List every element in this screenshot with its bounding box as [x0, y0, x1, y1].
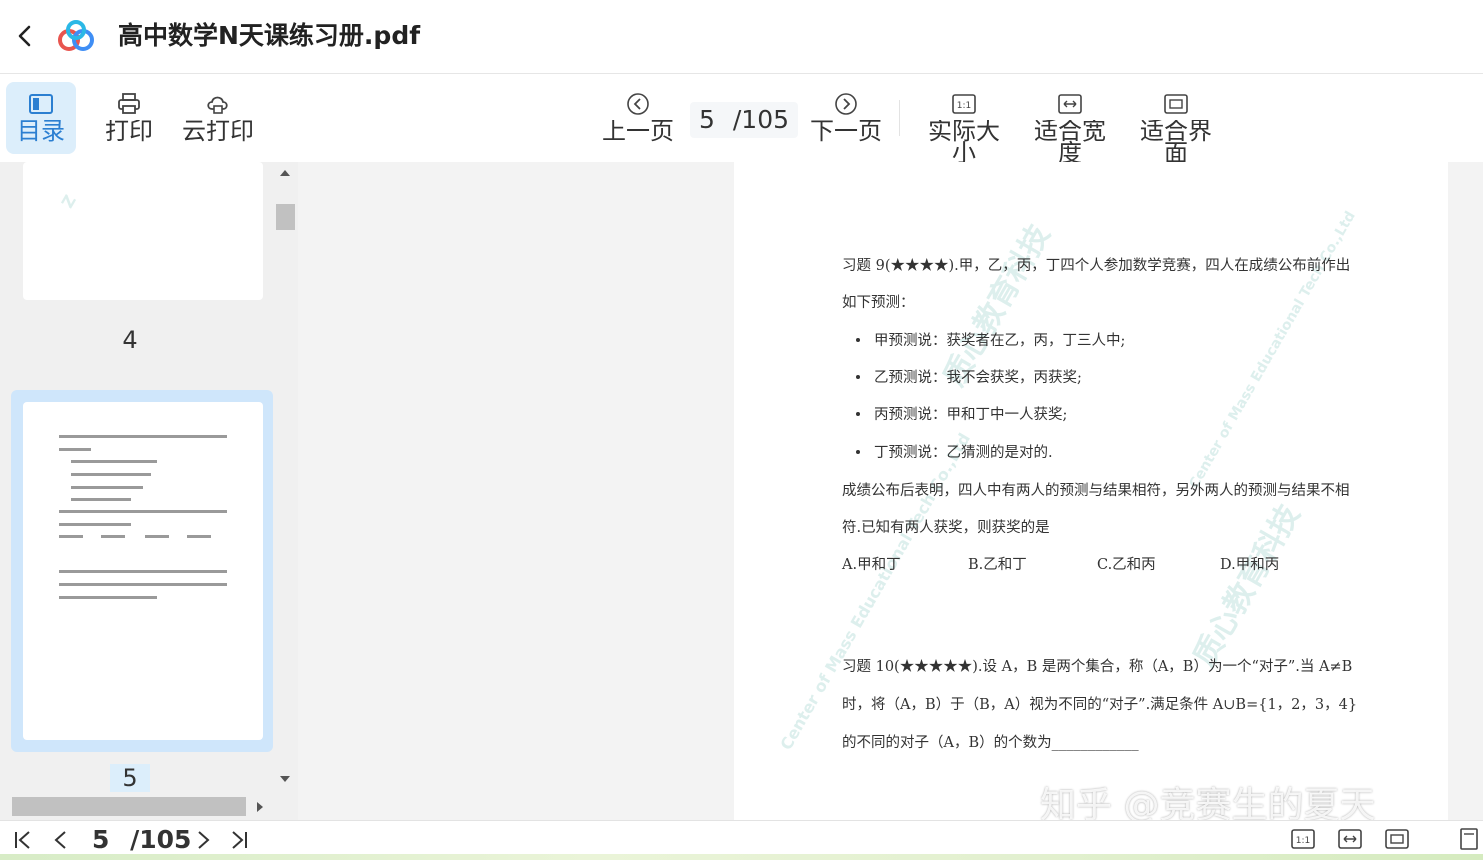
page-number-input[interactable]: 5 /105 — [690, 102, 798, 138]
scroll-down-arrow-icon[interactable] — [279, 774, 291, 784]
fit-width-icon — [1058, 94, 1082, 114]
status-page-indicator[interactable]: 5 /105 — [92, 825, 191, 855]
printer-icon — [118, 93, 140, 114]
q9-line4: 符.已知有两人获奖，则获奖的是 — [842, 520, 1050, 536]
toolbar-divider — [899, 100, 900, 136]
back-arrow-icon[interactable] — [12, 22, 40, 50]
toc-label: 目录 — [17, 120, 65, 145]
q9-option: A.甲和丁 — [842, 557, 901, 573]
q9-item: 丁预测说：乙猜测的是对的. — [842, 441, 1053, 462]
sidebar-scroll-thumb[interactable] — [276, 204, 295, 230]
thumbnail-page-4[interactable]: Z — [23, 162, 263, 300]
sidebar-vertical-scrollbar[interactable] — [273, 162, 298, 820]
watermark-text: 质心教育科技 — [1186, 499, 1308, 673]
thumbnail-label-5: 5 — [110, 764, 150, 792]
thumbnail-page-5[interactable] — [23, 402, 263, 740]
actual-size-button[interactable]: 1:1 实际大小 — [927, 82, 1001, 165]
actual-size-label: 实际大小 — [928, 120, 1000, 167]
first-page-icon[interactable] — [12, 829, 34, 851]
status-current-page: 5 — [92, 825, 110, 854]
q10-line1: 习题 10(★★★★★).设 A，B 是两个集合，称（A，B）为一个“对子”.当… — [842, 659, 1353, 675]
q10-line3: 的不同的对子（A，B）的个数为____________ — [842, 735, 1139, 751]
q10-line2: 时，将（A，B）于（B，A）视为不同的“对子”.满足条件 A∪B={1，2，3，… — [842, 697, 1358, 713]
prev-page-icon[interactable] — [50, 829, 72, 851]
sidebar-horizontal-scrollbar[interactable] — [0, 795, 273, 820]
toc-button[interactable]: 目录 — [6, 82, 76, 154]
fit-page-label: 适合界面 — [1140, 120, 1212, 167]
q9-item: 丙预测说：甲和丁中一人获奖; — [842, 403, 1067, 424]
print-label: 打印 — [105, 120, 153, 145]
fit-page-icon[interactable] — [1384, 827, 1410, 851]
document-viewer[interactable]: 质心教育科技 质心教育科技 Center of Mass Educational… — [298, 162, 1483, 820]
watermark-subtext: Center of Mass Educational Tech Co.,Ltd — [1186, 208, 1359, 492]
actual-size-icon: 1:1 — [952, 94, 976, 114]
thumbnail-page-5-preview — [59, 435, 227, 599]
q9-item: 甲预测说：获奖者在乙，丙，丁三人中; — [842, 329, 1125, 350]
next-page-button[interactable]: 下一页 — [809, 82, 883, 154]
thumbnail-watermark: Z — [57, 191, 80, 212]
thumbnail-label-4: 4 — [122, 326, 138, 354]
cloud-print-label: 云打印 — [182, 120, 254, 145]
status-total-pages: /105 — [130, 825, 192, 854]
svg-text:1:1: 1:1 — [957, 101, 971, 111]
circle-left-arrow-icon — [627, 93, 649, 115]
scroll-right-arrow-icon[interactable] — [255, 801, 265, 813]
current-page-value: 5 — [699, 105, 715, 134]
toolbar: 目录 打印 云打印 上一页 5 /105 下一页 1:1 实际大小 适合宽度 适… — [0, 74, 1483, 165]
fit-page-button[interactable]: 适合界面 — [1139, 82, 1213, 165]
total-pages-value: /105 — [732, 105, 789, 134]
actual-size-icon[interactable]: 1:1 — [1290, 827, 1316, 851]
sidebar-hscroll-thumb[interactable] — [12, 797, 246, 816]
q9-option: C.乙和丙 — [1097, 557, 1156, 573]
q9-line3: 成绩公布后表明，四人中有两人的预测与结果相符，另外两人的预测与结果不相 — [842, 483, 1350, 499]
circle-right-arrow-icon — [835, 93, 857, 115]
status-bar: 5 /105 1:1 — [0, 820, 1483, 860]
q9-line2: 如下预测： — [842, 295, 915, 311]
fit-page-icon — [1164, 94, 1188, 114]
baidu-netdisk-logo-icon — [58, 20, 94, 51]
q9-option: B.乙和丁 — [968, 557, 1027, 573]
cloud-print-button[interactable]: 云打印 — [181, 82, 255, 154]
q9-title: 习题 9(★★★★).甲，乙，丙，丁四个人参加数学竞赛，四人在成绩公布前作出 — [842, 258, 1351, 274]
svg-text:1:1: 1:1 — [1296, 836, 1310, 846]
fit-width-icon[interactable] — [1337, 827, 1363, 851]
document-title: 高中数学N天课练习册.pdf — [118, 21, 421, 50]
cloud-print-icon — [207, 96, 228, 114]
print-button[interactable]: 打印 — [92, 82, 166, 154]
single-page-icon[interactable] — [1458, 827, 1480, 851]
last-page-icon[interactable] — [228, 829, 250, 851]
fit-width-button[interactable]: 适合宽度 — [1033, 82, 1107, 165]
toc-sidebar-icon — [29, 94, 53, 114]
pdf-page: 质心教育科技 质心教育科技 Center of Mass Educational… — [734, 162, 1448, 820]
thumbnail-sidebar: Z 4 5 — [0, 162, 273, 820]
scroll-up-arrow-icon[interactable] — [279, 168, 291, 178]
q9-item: 乙预测说：我不会获奖，丙获奖; — [842, 366, 1082, 387]
q9-option: D.甲和丙 — [1220, 557, 1280, 573]
prev-page-label: 上一页 — [602, 120, 674, 145]
status-bar-strip — [0, 854, 1483, 860]
next-page-label: 下一页 — [810, 120, 882, 145]
prev-page-button[interactable]: 上一页 — [601, 82, 675, 154]
next-page-icon[interactable] — [192, 829, 214, 851]
fit-width-label: 适合宽度 — [1034, 120, 1106, 167]
title-bar: 高中数学N天课练习册.pdf — [0, 0, 1483, 74]
